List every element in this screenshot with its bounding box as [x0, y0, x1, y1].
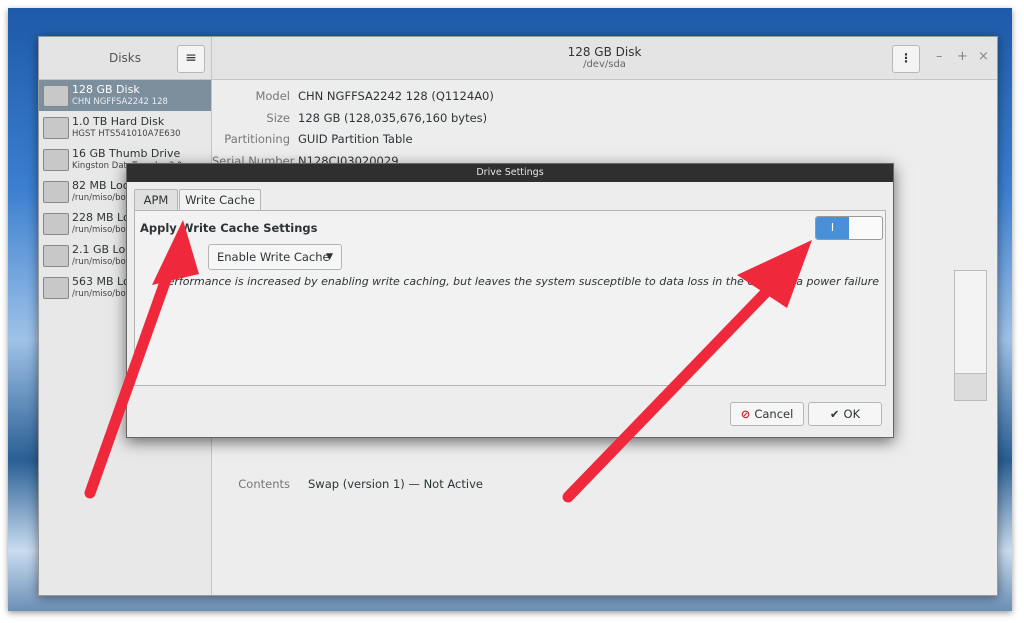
- write-cache-panel: Apply Write Cache Settings I Enable Writ…: [134, 210, 886, 386]
- volume-toolbar: [954, 373, 987, 401]
- ok-label: OK: [843, 407, 861, 421]
- usb-drive-icon: [43, 149, 69, 171]
- loop-device-icon: [43, 181, 69, 203]
- cancel-icon: ⊘: [740, 407, 751, 421]
- window-subtitle: /dev/sda: [583, 59, 626, 70]
- window-title: 128 GB Disk: [567, 45, 642, 59]
- device-detail: CHN NGFFSA2242 128: [72, 97, 168, 107]
- size-value: 128 GB (128,035,676,160 bytes): [298, 111, 488, 125]
- device-item[interactable]: 128 GB Disk CHN NGFFSA2242 128: [39, 80, 211, 111]
- sidebar-header: Disks ≡: [39, 37, 212, 80]
- info-note: Performance is increased by enabling wri…: [161, 275, 879, 288]
- switch-on-label: I: [816, 217, 849, 239]
- write-cache-combo[interactable]: Enable Write Cache ▼: [208, 244, 342, 270]
- device-detail: /run/miso/boo: [72, 289, 131, 299]
- device-name: 128 GB Disk: [72, 83, 140, 96]
- combo-value: Enable Write Cache: [217, 250, 330, 264]
- cancel-button[interactable]: ⊘ Cancel: [730, 402, 804, 426]
- partitioning-value: GUID Partition Table: [298, 132, 413, 146]
- hard-disk-icon: [43, 85, 69, 107]
- size-label: Size: [266, 111, 290, 125]
- hamburger-menu-icon[interactable]: ≡: [177, 45, 205, 73]
- contents-value: Swap (version 1) — Not Active: [308, 477, 483, 491]
- device-detail: /run/miso/boo: [72, 225, 131, 235]
- drive-settings-dialog: Drive Settings APM Write Cache Apply Wri…: [126, 163, 894, 438]
- device-name: 1.0 TB Hard Disk: [72, 115, 165, 128]
- device-name: 16 GB Thumb Drive: [72, 147, 181, 160]
- device-detail: /run/miso/boo: [72, 257, 131, 267]
- minimize-icon[interactable]: –: [936, 49, 943, 64]
- device-detail: HGST HTS541010A7E630: [72, 129, 181, 139]
- model-label: Model: [255, 89, 290, 103]
- cancel-label: Cancel: [754, 407, 794, 421]
- header-bar: 128 GB Disk /dev/sda ⋮ – + ×: [212, 37, 997, 80]
- close-icon[interactable]: ×: [978, 49, 989, 64]
- maximize-icon[interactable]: +: [957, 49, 968, 64]
- hard-disk-icon: [43, 117, 69, 139]
- loop-device-icon: [43, 213, 69, 235]
- loop-device-icon: [43, 245, 69, 267]
- contents-label: Contents: [238, 477, 290, 491]
- device-item[interactable]: 1.0 TB Hard Disk HGST HTS541010A7E630: [39, 112, 211, 143]
- checkmark-icon: ✔: [829, 407, 840, 421]
- model-value: CHN NGFFSA2242 128 (Q1124A0): [298, 89, 494, 103]
- device-detail: /run/miso/boo: [72, 193, 131, 203]
- apply-settings-switch[interactable]: I: [815, 216, 883, 240]
- tab-apm[interactable]: APM: [134, 189, 178, 211]
- tab-write-cache[interactable]: Write Cache: [179, 189, 261, 212]
- dropdown-arrow-icon: ▼: [326, 252, 333, 262]
- section-title: Apply Write Cache Settings: [140, 221, 318, 235]
- partitioning-label: Partitioning: [224, 132, 290, 146]
- dialog-title: Drive Settings: [127, 164, 893, 182]
- volume-graphic[interactable]: [954, 270, 987, 374]
- ok-button[interactable]: ✔ OK: [808, 402, 882, 426]
- more-options-icon[interactable]: ⋮: [892, 45, 920, 73]
- loop-device-icon: [43, 277, 69, 299]
